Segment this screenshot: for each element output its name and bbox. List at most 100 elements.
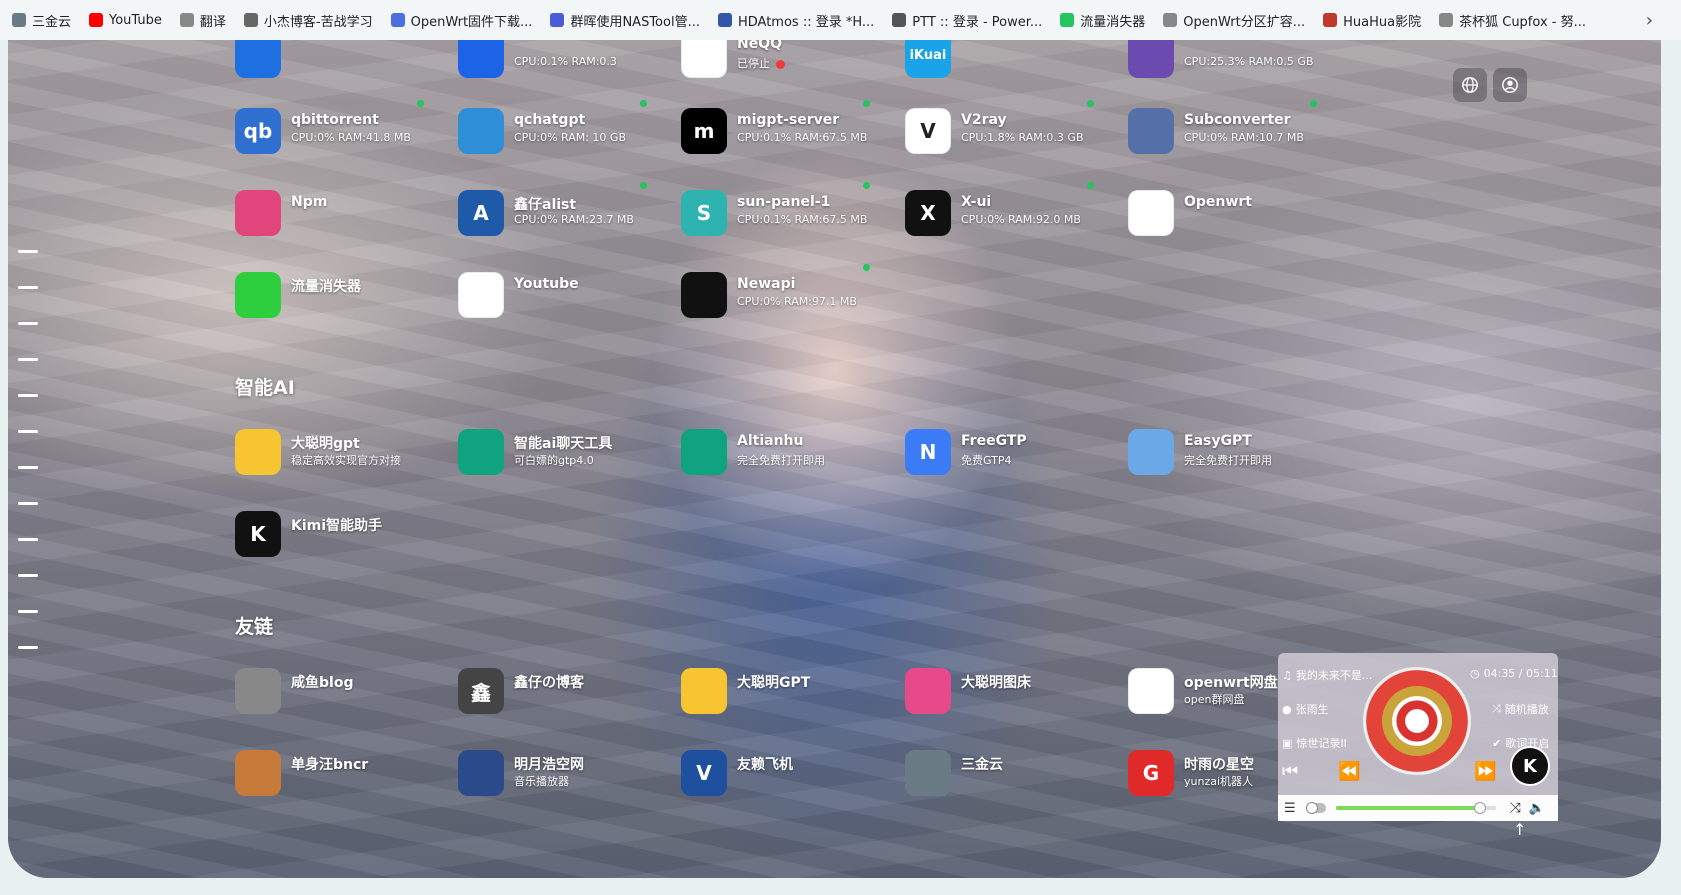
playlist-icon[interactable]: ☰	[1284, 801, 1296, 816]
app-card-ai_apps2-0[interactable]: K Kimi智能助手	[235, 509, 455, 561]
music-player: ♫ 我的未来不是... ◷ 04:35 / 05:11 ● 张雨生 ⤨ 随机播放…	[1278, 653, 1558, 821]
bookmarks-overflow-button[interactable]: ›	[1646, 10, 1653, 31]
app-card-apps-row2-1[interactable]: A 鑫仔alist CPU:0% RAM:23.7 MB	[458, 182, 678, 240]
app-card-apps-row3-2[interactable]: Newapi CPU:0% RAM:97.1 MB	[681, 264, 901, 322]
disc-icon: ▣	[1282, 736, 1293, 750]
app-card-apps-row2-4[interactable]: Openwrt	[1128, 188, 1348, 240]
app-card-links-2[interactable]: 大聪明GPT	[681, 666, 901, 718]
app-card-apps-row1-3[interactable]: V V2ray CPU:1.8% RAM:0.3 GB	[905, 100, 1125, 158]
nav-dash-9[interactable]	[18, 538, 38, 541]
nav-dash-12[interactable]	[18, 646, 38, 649]
app-card-ai_apps-3[interactable]: N FreeGTP 免费GTP4	[905, 427, 1125, 479]
app-card-apps-row0-2[interactable]: NeQQ 已停止	[681, 40, 901, 82]
prev-button[interactable]: ⏮	[1282, 761, 1298, 782]
bookmark-label: OpenWrt固件下载...	[410, 14, 533, 30]
app-card-links2-3[interactable]: 三金云	[905, 748, 1125, 800]
openai-icon	[681, 272, 727, 318]
app-card-apps-row2-3[interactable]: X X-ui CPU:0% RAM:92.0 MB	[905, 182, 1125, 240]
volume-button[interactable]: 🔈	[1529, 801, 1545, 816]
nav-dash-5[interactable]	[18, 394, 38, 397]
youtube-icon	[89, 13, 104, 27]
forward-button[interactable]: ⏩	[1474, 761, 1496, 782]
app-card-apps-row0-3[interactable]: iKuai	[905, 40, 1125, 82]
app-subtitle: 完全免费打开即用	[1184, 452, 1272, 468]
app-card-links-1[interactable]: 鑫鑫仔の博客	[458, 666, 678, 718]
app-card-apps-row0-0[interactable]	[235, 40, 455, 82]
app-card-ai_apps-4[interactable]: EasyGPT 完全免费打开即用	[1128, 427, 1348, 479]
play-mode-button[interactable]: ⤨ 随机播放	[1492, 701, 1549, 717]
globe-button[interactable]	[1453, 68, 1487, 102]
app-card-apps-row1-2[interactable]: m migpt-server CPU:0.1% RAM:67.5 MB	[681, 100, 901, 158]
bookmark-6[interactable]: HDAtmos :: 登录 *H...	[717, 11, 874, 30]
toggle-switch[interactable]	[1305, 802, 1326, 814]
shield-icon	[235, 40, 281, 78]
rewind-button[interactable]: ⏪	[1338, 761, 1360, 782]
user-button[interactable]	[1493, 68, 1527, 102]
nav-dash-1[interactable]	[18, 250, 38, 253]
nav-dash-8[interactable]	[18, 502, 38, 505]
app-card-links-3[interactable]: 大聪明图床	[905, 666, 1125, 718]
app-subtitle: CPU:0% RAM: 10 GB	[514, 131, 626, 144]
g-icon: G	[1128, 750, 1174, 796]
shuffle-button[interactable]: ⤨	[1510, 800, 1521, 816]
app-card-ai_apps-2[interactable]: Altianhu 完全免费打开即用	[681, 427, 901, 479]
app-card-ai_apps-1[interactable]: 智能ai聊天工具 可白嫖的gtp4.0	[458, 427, 678, 479]
nav-dash-10[interactable]	[18, 574, 38, 577]
bookmark-3[interactable]: 小杰博客-苦战学习	[243, 11, 373, 30]
app-card-ai_apps-0[interactable]: 大聪明gpt 稳定高效实现官方对接	[235, 427, 455, 479]
bookmark-9[interactable]: OpenWrt分区扩容...	[1163, 11, 1305, 30]
openwrt-icon	[390, 13, 405, 27]
app-card-links-0[interactable]: 咸鱼blog	[235, 666, 455, 718]
nav-dash-6[interactable]	[18, 430, 38, 433]
player-artist: ● 张雨生	[1282, 702, 1329, 717]
app-subtitle-text: 可白嫖的gtp4.0	[514, 454, 594, 467]
bookmark-4[interactable]: OpenWrt固件下载...	[390, 11, 533, 30]
kimi-float-button[interactable]: K	[1510, 746, 1550, 786]
bookmarks-bar: 三金云 YouTube 翻译 小杰博客-苦战学习 OpenWrt固件下载... 群晖使用N…	[0, 0, 1681, 40]
app-title: 单身汪bncr	[291, 757, 369, 773]
k-icon: K	[235, 511, 281, 557]
progress-track[interactable]	[1335, 802, 1496, 814]
nav-dash-7[interactable]	[18, 466, 38, 469]
bookmark-8[interactable]: 流量消失器	[1060, 11, 1145, 30]
nav-dash-3[interactable]	[18, 322, 38, 325]
bookmark-10[interactable]: HuaHua影院	[1323, 11, 1421, 30]
bookmark-label: 茶杯狐 Cupfox - 努...	[1459, 14, 1586, 30]
app-subtitle-text: CPU:1.8% RAM:0.3 GB	[961, 131, 1084, 144]
nav-dash-2[interactable]	[18, 286, 38, 289]
x-icon: X	[905, 190, 951, 236]
bookmark-7[interactable]: PTT :: 登录 - Power...	[892, 11, 1042, 30]
fish-icon	[235, 668, 281, 714]
app-card-apps-row1-0[interactable]: qb qbittorrent CPU:0% RAM:41.8 MB	[235, 100, 455, 158]
pinwheel-icon	[905, 668, 951, 714]
app-card-apps-row2-0[interactable]: Npm	[235, 188, 455, 240]
app-card-apps-row1-4[interactable]: Subconverter CPU:0% RAM:10.7 MB	[1128, 100, 1348, 158]
app-title: 流量消失器	[291, 279, 361, 295]
app-title: 咸鱼blog	[291, 675, 354, 691]
progress-knob[interactable]	[1473, 802, 1486, 814]
wifi-icon	[1128, 190, 1174, 236]
nav-dash-11[interactable]	[18, 610, 38, 613]
app-subtitle-text: CPU:0% RAM:41.8 MB	[291, 131, 411, 144]
app-card-apps-row0-1[interactable]: CPU:0.1% RAM:0.3	[458, 40, 678, 82]
bookmark-1[interactable]: YouTube	[89, 13, 162, 28]
bookmark-11[interactable]: 茶杯狐 Cupfox - 努...	[1439, 11, 1586, 30]
app-card-apps-row1-1[interactable]: qchatgpt CPU:0% RAM: 10 GB	[458, 100, 678, 158]
bookmark-0[interactable]: 三金云	[12, 11, 71, 30]
app-card-links2-1[interactable]: 明月浩空网 音乐播放器	[458, 748, 678, 800]
app-title: Youtube	[514, 276, 579, 292]
bookmark-5[interactable]: 群晖使用NASTool管...	[550, 11, 700, 30]
app-title: qbittorrent	[291, 112, 379, 128]
app-card-apps-row2-2[interactable]: Ssun-panel-1 CPU:0.1% RAM:67.5 MB	[681, 182, 901, 240]
app-title: Openwrt	[1184, 194, 1252, 210]
app-card-apps-row0-4[interactable]: CPU:25.3% RAM:0.5 GB	[1128, 40, 1348, 82]
side-nav	[18, 250, 58, 682]
back-to-top-button[interactable]: ↑	[1513, 820, 1526, 839]
app-card-links2-0[interactable]: 单身汪bncr	[235, 748, 455, 800]
running-status-dot	[1087, 182, 1094, 189]
app-card-apps-row3-1[interactable]: Youtube	[458, 270, 678, 322]
bookmark-2[interactable]: 翻译	[179, 11, 226, 30]
nav-dash-4[interactable]	[18, 358, 38, 361]
app-card-links2-2[interactable]: V 友赖飞机	[681, 748, 901, 800]
app-card-apps-row3-0[interactable]: 流量消失器	[235, 270, 455, 322]
